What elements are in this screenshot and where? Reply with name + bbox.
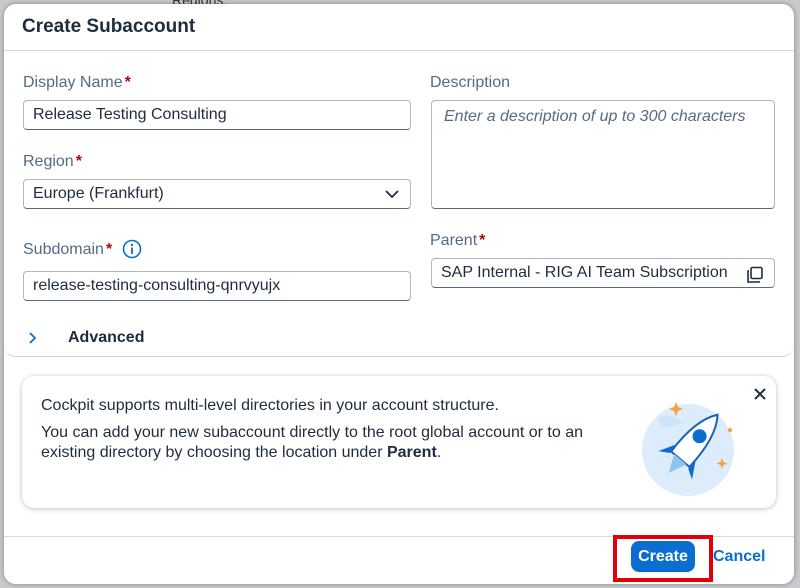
region-label: Region * — [23, 153, 82, 171]
required-mark: * — [124, 74, 131, 91]
parent-label: Parent * — [430, 232, 485, 250]
subdomain-value: release-testing-consulting-qnrvyujx — [33, 277, 281, 294]
info-card-text-line1: Cockpit supports multi-level directories… — [41, 397, 499, 414]
info-icon[interactable] — [122, 239, 142, 259]
parent-label-text: Parent — [430, 232, 478, 249]
info-card-text-line2: You can add your new subaccount directly… — [41, 423, 611, 463]
info-card-text-prefix: You can add your new subaccount directly… — [41, 424, 583, 461]
display-name-input[interactable]: Release Testing Consulting — [23, 100, 411, 130]
dialog-header: Create Subaccount — [4, 4, 794, 51]
required-mark: * — [105, 241, 113, 258]
advanced-label: Advanced — [68, 329, 145, 346]
form-area: Display Name * Release Testing Consulting… — [4, 51, 794, 357]
copy-icon[interactable] — [746, 266, 764, 284]
rocket-illustration — [642, 402, 734, 496]
dialog-title: Create Subaccount — [22, 16, 196, 37]
display-name-label-text: Display Name — [23, 74, 123, 91]
required-mark: * — [75, 153, 82, 170]
advanced-section-toggle[interactable]: Advanced — [22, 329, 144, 347]
description-placeholder: Enter a description of up to 300 charact… — [444, 108, 746, 125]
description-label: Description — [430, 74, 511, 91]
create-button[interactable]: Create — [631, 541, 695, 572]
region-select[interactable]: Europe (Frankfurt) — [23, 179, 411, 209]
description-textarea[interactable]: Enter a description of up to 300 charact… — [431, 100, 775, 209]
display-name-label: Display Name * — [23, 74, 131, 92]
subdomain-input[interactable]: release-testing-consulting-qnrvyujx — [23, 271, 411, 301]
required-mark: * — [479, 232, 486, 249]
parent-value: SAP Internal - RIG AI Team Subscription — [441, 264, 728, 281]
display-name-value: Release Testing Consulting — [33, 106, 227, 123]
info-card-parent-emphasis: Parent — [386, 444, 437, 461]
chevron-down-icon[interactable] — [384, 186, 400, 202]
cancel-button[interactable]: Cancel — [713, 548, 765, 566]
region-label-text: Region — [23, 153, 74, 170]
info-card-text-suffix: . — [436, 444, 442, 461]
subdomain-label: Subdomain * — [23, 241, 112, 259]
subdomain-label-text: Subdomain — [23, 241, 104, 258]
create-subaccount-dialog: Create Subaccount Display Name * Release … — [4, 4, 794, 584]
info-card: Cockpit supports multi-level directories… — [22, 376, 776, 508]
chevron-right-icon[interactable] — [26, 331, 40, 345]
parent-input[interactable]: SAP Internal - RIG AI Team Subscription — [431, 258, 775, 288]
close-icon[interactable] — [752, 386, 768, 402]
region-value: Europe (Frankfurt) — [33, 185, 164, 202]
